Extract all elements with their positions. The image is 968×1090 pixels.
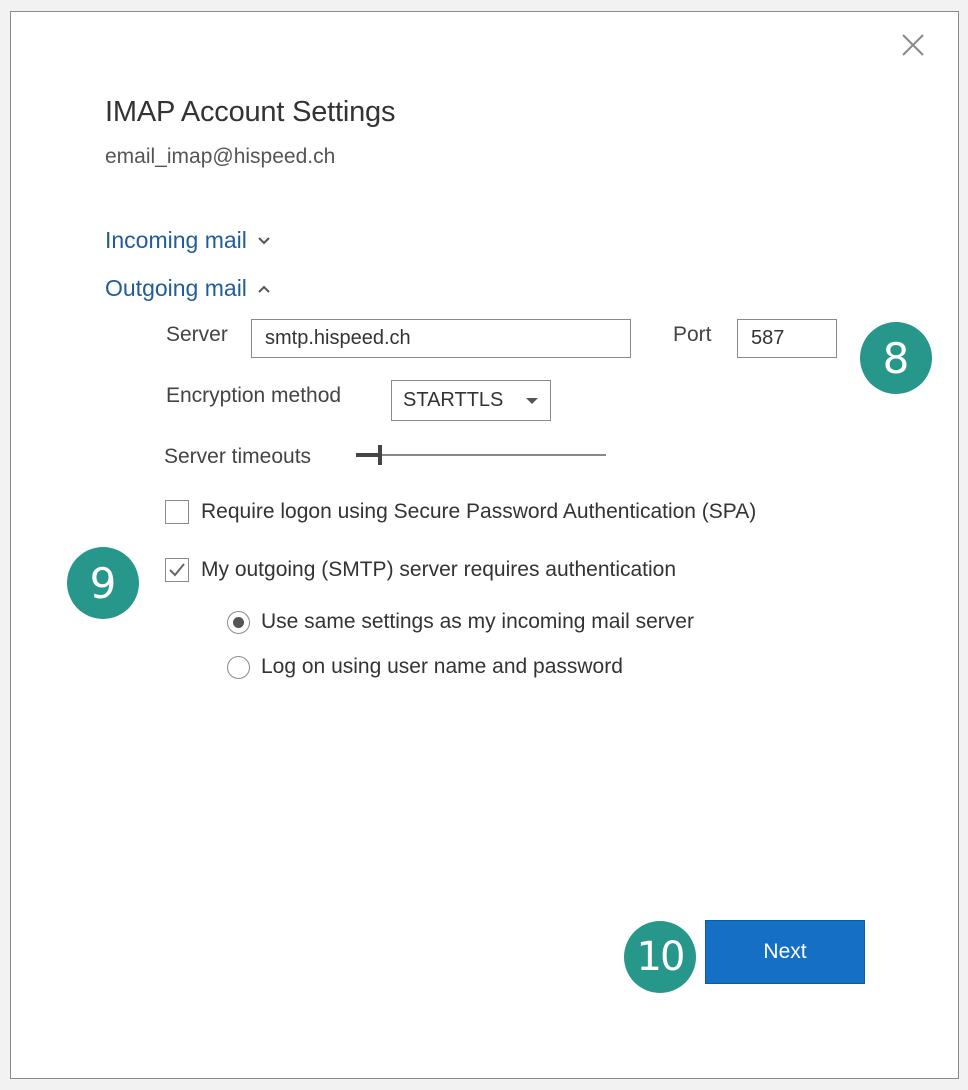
- step-badge-8: 8: [860, 322, 932, 394]
- port-label: Port: [673, 323, 712, 346]
- port-input[interactable]: [737, 319, 837, 358]
- spa-label: Require logon using Secure Password Auth…: [201, 500, 757, 523]
- account-email: email_imap@hispeed.ch: [105, 145, 336, 168]
- encryption-method-label: Encryption method: [166, 384, 342, 407]
- encryption-method-select[interactable]: STARTTLS: [391, 380, 551, 421]
- smtp-auth-label: My outgoing (SMTP) server requires authe…: [201, 558, 677, 581]
- smtp-auth-checkbox-row[interactable]: My outgoing (SMTP) server requires authe…: [165, 558, 676, 582]
- checkmark-icon: [169, 563, 185, 577]
- outgoing-mail-label: Outgoing mail: [105, 275, 247, 301]
- radio-logon-label: Log on using user name and password: [261, 655, 623, 678]
- spa-checkbox[interactable]: [165, 500, 189, 524]
- imap-settings-dialog: IMAP Account Settings email_imap@hispeed…: [10, 11, 959, 1079]
- incoming-mail-section[interactable]: Incoming mail: [105, 227, 271, 254]
- slider-thumb[interactable]: [378, 445, 382, 465]
- smtp-auth-checkbox[interactable]: [165, 558, 189, 582]
- radio-same-settings[interactable]: [227, 610, 250, 634]
- dropdown-arrow-icon: [526, 397, 538, 404]
- encryption-method-value: STARTTLS: [403, 389, 504, 411]
- close-icon[interactable]: [900, 32, 926, 58]
- radio-same-settings-label: Use same settings as my incoming mail se…: [261, 610, 694, 633]
- dialog-title: IMAP Account Settings: [105, 96, 396, 128]
- next-button[interactable]: Next: [705, 920, 865, 984]
- radio-logon-row[interactable]: Log on using user name and password: [227, 655, 623, 679]
- chevron-down-icon: [258, 236, 270, 244]
- outgoing-mail-section[interactable]: Outgoing mail: [105, 275, 271, 302]
- server-timeouts-slider[interactable]: [356, 444, 606, 466]
- server-input[interactable]: [251, 319, 631, 358]
- step-badge-10: 10: [624, 921, 696, 993]
- slider-fill: [356, 453, 380, 457]
- radio-selected-dot: [233, 616, 244, 628]
- radio-same-settings-row[interactable]: Use same settings as my incoming mail se…: [227, 610, 694, 634]
- radio-logon[interactable]: [227, 655, 250, 679]
- server-label: Server: [166, 323, 228, 346]
- chevron-up-icon: [258, 285, 270, 293]
- server-timeouts-label: Server timeouts: [164, 445, 312, 468]
- step-badge-9: 9: [67, 547, 139, 619]
- slider-track: [356, 454, 606, 456]
- incoming-mail-label: Incoming mail: [105, 227, 247, 253]
- spa-checkbox-row[interactable]: Require logon using Secure Password Auth…: [165, 500, 756, 524]
